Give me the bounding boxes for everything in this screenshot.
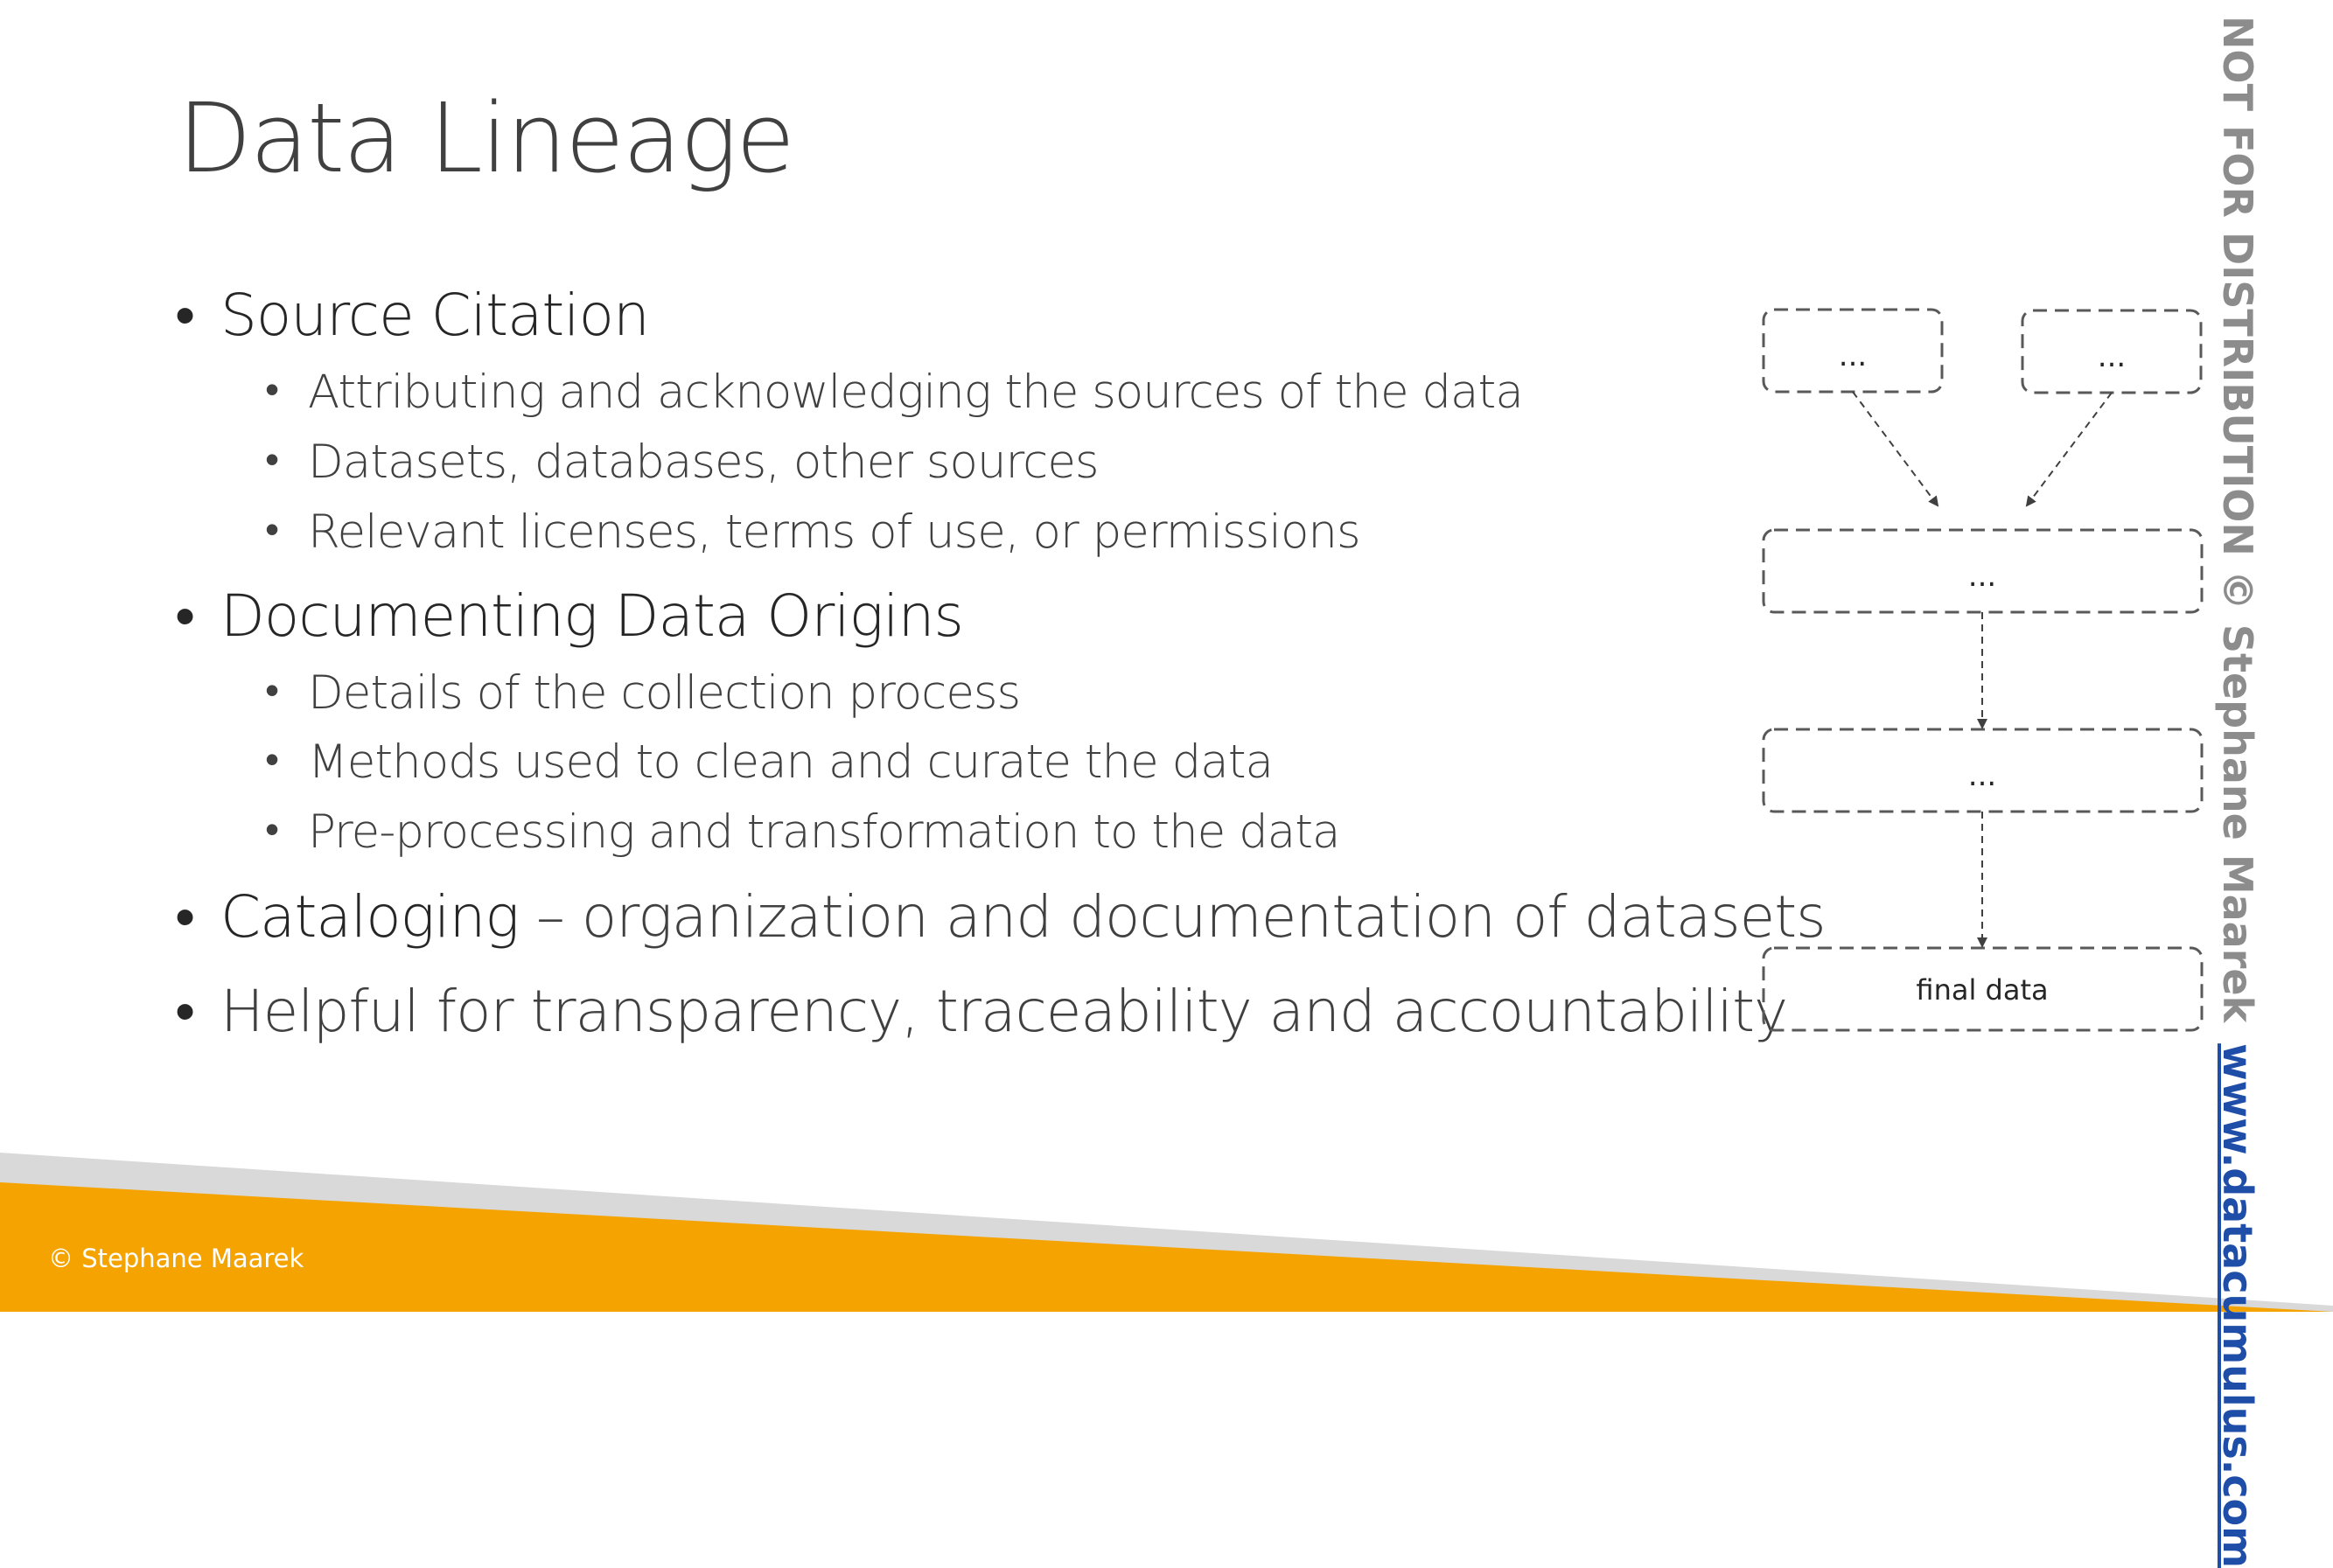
arrow-right-to-step-1 [2025,392,2113,507]
node-label: ... [1839,338,1867,373]
watermark-text: NOT FOR DISTRIBUTION © Stephane Maarek [2214,16,2261,1023]
node-label: ... [1968,559,1996,594]
node-label: final data [1916,973,2048,1007]
node-label: ... [1968,758,1996,793]
arrow-left-to-step-1 [1852,391,1939,507]
node-label: ... [2098,339,2126,374]
watermark: NOT FOR DISTRIBUTION © Stephane Maarek ww… [2206,16,2269,1568]
watermark-link[interactable]: www.datacumulus.com [2214,1043,2261,1568]
lineage-diagram: ... ... ... ... final data [1762,308,2204,1032]
footer-copyright: © Stephane Maarek [48,1244,304,1273]
